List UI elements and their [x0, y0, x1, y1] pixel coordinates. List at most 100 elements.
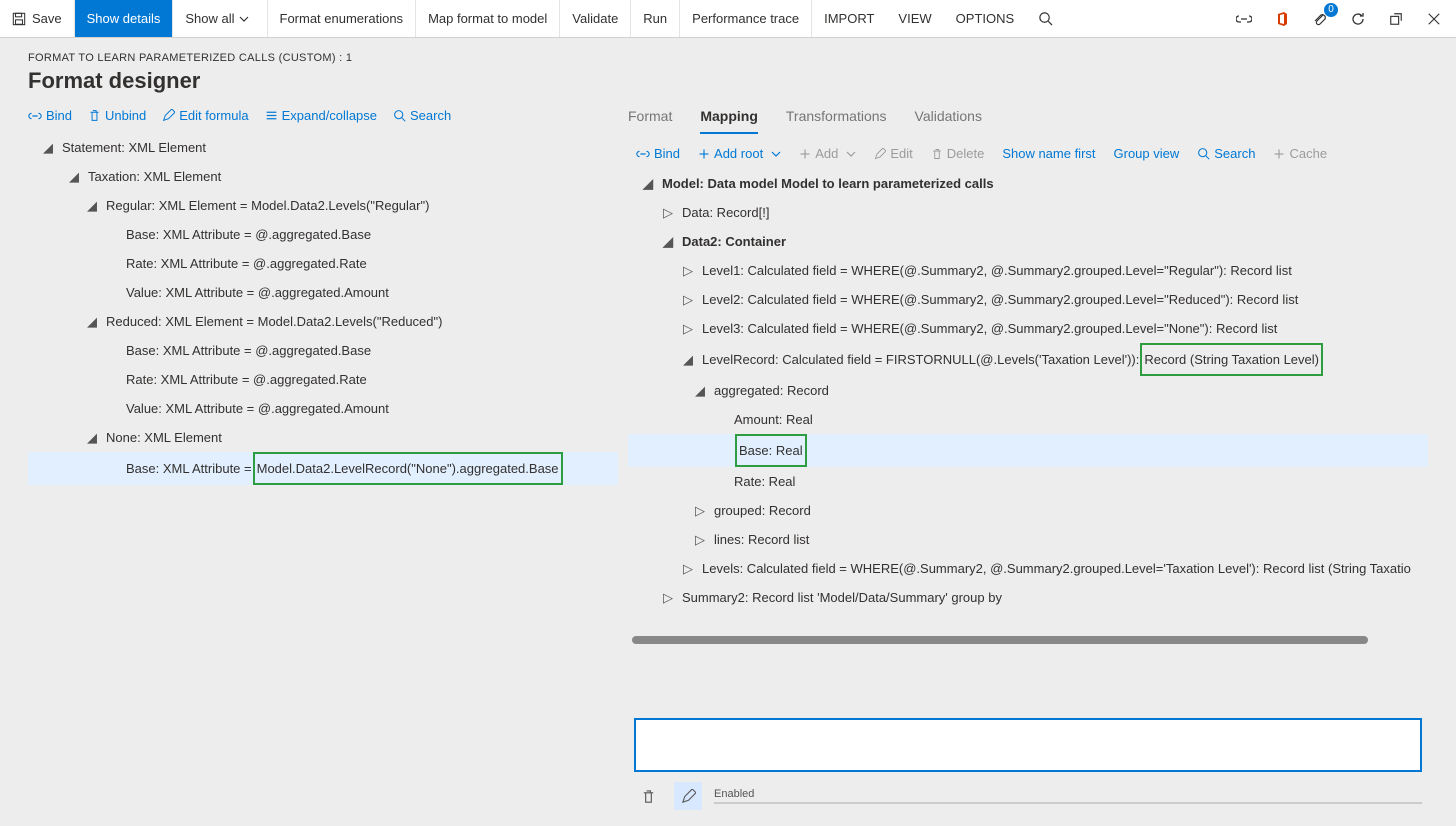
validate-button[interactable]: Validate — [560, 0, 631, 37]
expand-icon[interactable]: ▷ — [682, 563, 694, 575]
search-action[interactable]: Search — [393, 108, 451, 123]
tree-row[interactable]: ◢Statement: XML Element — [28, 133, 618, 162]
edit-action[interactable]: Edit — [874, 146, 912, 161]
tree-row[interactable]: ▷Rate: Real — [628, 467, 1428, 496]
tree-row[interactable]: ▷Level3: Calculated field = WHERE(@.Summ… — [628, 314, 1428, 343]
edit-formula-action[interactable]: Edit formula — [162, 108, 248, 123]
collapse-icon[interactable]: ◢ — [694, 385, 706, 397]
tree-row[interactable]: ▷Level1: Calculated field = WHERE(@.Summ… — [628, 256, 1428, 285]
tree-row[interactable]: ◢Value: XML Attribute = @.aggregated.Amo… — [28, 394, 618, 423]
tree-row[interactable]: ◢LevelRecord: Calculated field = FIRSTOR… — [628, 343, 1428, 376]
expand-icon[interactable]: ▷ — [662, 592, 674, 604]
tree-row-selected[interactable]: ◢Base: XML Attribute = Model.Data2.Level… — [28, 452, 618, 485]
group-view-action[interactable]: Group view — [1114, 146, 1180, 161]
trash-icon — [931, 148, 943, 160]
r-bind-action[interactable]: Bind — [636, 146, 680, 161]
collapse-icon[interactable]: ◢ — [86, 200, 98, 212]
collapse-icon[interactable]: ◢ — [68, 171, 80, 183]
link-icon — [1236, 11, 1252, 27]
expand-label: Expand/collapse — [282, 108, 377, 123]
bind-icon — [636, 147, 650, 161]
edit-bottom-button[interactable] — [674, 782, 702, 810]
r-search-action[interactable]: Search — [1197, 146, 1255, 161]
tree-row[interactable]: ◢Rate: XML Attribute = @.aggregated.Rate — [28, 249, 618, 278]
tree-row[interactable]: ◢aggregated: Record — [628, 376, 1428, 405]
options-button[interactable]: OPTIONS — [944, 0, 1027, 37]
collapse-icon[interactable]: ◢ — [642, 178, 654, 190]
ribbon: Save Show details Show all Format enumer… — [0, 0, 1456, 38]
delete-bottom-button[interactable] — [634, 782, 662, 810]
expand-icon[interactable]: ▷ — [682, 265, 694, 277]
tree-row[interactable]: ▷Summary2: Record list 'Model/Data/Summa… — [628, 583, 1428, 612]
tree-row[interactable]: ▷ Level2: Calculated field = WHERE(@.Summ… — [628, 285, 1428, 314]
save-button[interactable]: Save — [0, 0, 75, 37]
save-icon — [12, 12, 26, 26]
tree-row[interactable]: ▷Amount: Real — [628, 405, 1428, 434]
collapse-icon[interactable]: ◢ — [86, 432, 98, 444]
columns: Bind Unbind Edit formula Expand/collapse… — [28, 104, 1428, 810]
show-name-action[interactable]: Show name first — [1002, 146, 1095, 161]
tree-row[interactable]: ◢Regular: XML Element = Model.Data2.Leve… — [28, 191, 618, 220]
format-enum-button[interactable]: Format enumerations — [268, 0, 417, 37]
show-details-button[interactable]: Show details — [75, 0, 174, 37]
tab-label: Mapping — [700, 108, 758, 124]
perf-trace-label: Performance trace — [692, 11, 799, 26]
tree-row[interactable]: ◢Reduced: XML Element = Model.Data2.Leve… — [28, 307, 618, 336]
bind-action[interactable]: Bind — [28, 108, 72, 123]
action-label: Delete — [947, 146, 985, 161]
expand-action[interactable]: Expand/collapse — [265, 108, 377, 123]
tree-row[interactable]: ▷lines: Record list — [628, 525, 1428, 554]
tree-row[interactable]: ▷Data: Record[!] — [628, 198, 1428, 227]
tree-label: Rate: Real — [734, 467, 795, 496]
tree-label: Level2: Calculated field = WHERE(@.Summa… — [702, 285, 1298, 314]
perf-trace-button[interactable]: Performance trace — [680, 0, 812, 37]
tree-label: Value: XML Attribute = @.aggregated.Amou… — [126, 394, 389, 423]
expand-icon[interactable]: ▷ — [662, 207, 674, 219]
highlight-box: Model.Data2.LevelRecord("None").aggregat… — [253, 452, 563, 485]
tree-row[interactable]: ◢Model: Data model Model to learn parame… — [628, 169, 1428, 198]
tree-row[interactable]: ◢Data2: Container — [628, 227, 1428, 256]
import-button[interactable]: IMPORT — [812, 0, 886, 37]
tree-row[interactable]: ◢Base: XML Attribute = @.aggregated.Base — [28, 220, 618, 249]
popout-icon-button[interactable] — [1382, 5, 1410, 33]
left-tree: ◢Statement: XML Element ◢Taxation: XML E… — [28, 133, 618, 485]
map-format-button[interactable]: Map format to model — [416, 0, 560, 37]
view-button[interactable]: VIEW — [886, 0, 943, 37]
tree-row-selected[interactable]: ▷Base: Real — [628, 434, 1428, 467]
tree-row[interactable]: ◢Taxation: XML Element — [28, 162, 618, 191]
cache-action[interactable]: Cache — [1273, 146, 1327, 161]
tree-row[interactable]: ◢Rate: XML Attribute = @.aggregated.Rate — [28, 365, 618, 394]
add-action[interactable]: Add — [799, 146, 856, 161]
collapse-icon[interactable]: ◢ — [662, 236, 674, 248]
unbind-action[interactable]: Unbind — [88, 108, 146, 123]
tree-row[interactable]: ◢Value: XML Attribute = @.aggregated.Amo… — [28, 278, 618, 307]
add-root-action[interactable]: Add root — [698, 146, 781, 161]
attach-icon-button[interactable]: 0 — [1306, 5, 1334, 33]
ribbon-search-button[interactable] — [1026, 0, 1071, 37]
tab-mapping[interactable]: Mapping — [700, 108, 758, 134]
tree-row[interactable]: ▷Levels: Calculated field = WHERE(@.Summ… — [628, 554, 1428, 583]
refresh-icon-button[interactable] — [1344, 5, 1372, 33]
expand-icon[interactable]: ▷ — [694, 505, 706, 517]
collapse-icon[interactable]: ◢ — [42, 142, 54, 154]
tab-format[interactable]: Format — [628, 108, 672, 134]
tab-transformations[interactable]: Transformations — [786, 108, 887, 134]
horizontal-scrollbar[interactable] — [632, 636, 1368, 644]
collapse-icon[interactable]: ◢ — [86, 316, 98, 328]
delete-action[interactable]: Delete — [931, 146, 985, 161]
tab-validations[interactable]: Validations — [915, 108, 982, 134]
run-button[interactable]: Run — [631, 0, 680, 37]
close-icon-button[interactable] — [1420, 5, 1448, 33]
office-icon-button[interactable] — [1268, 5, 1296, 33]
tree-row[interactable]: ▷grouped: Record — [628, 496, 1428, 525]
expand-icon[interactable]: ▷ — [682, 323, 694, 335]
formula-input[interactable] — [634, 718, 1422, 772]
link-icon-button[interactable] — [1230, 5, 1258, 33]
tree-row[interactable]: ◢Base: XML Attribute = @.aggregated.Base — [28, 336, 618, 365]
tree-row[interactable]: ◢None: XML Element — [28, 423, 618, 452]
expand-icon[interactable]: ▷ — [694, 534, 706, 546]
collapse-icon[interactable]: ◢ — [682, 354, 694, 366]
enabled-input[interactable] — [714, 802, 1422, 804]
show-all-button[interactable]: Show all — [173, 0, 267, 37]
expand-icon[interactable]: ▷ — [682, 294, 694, 306]
